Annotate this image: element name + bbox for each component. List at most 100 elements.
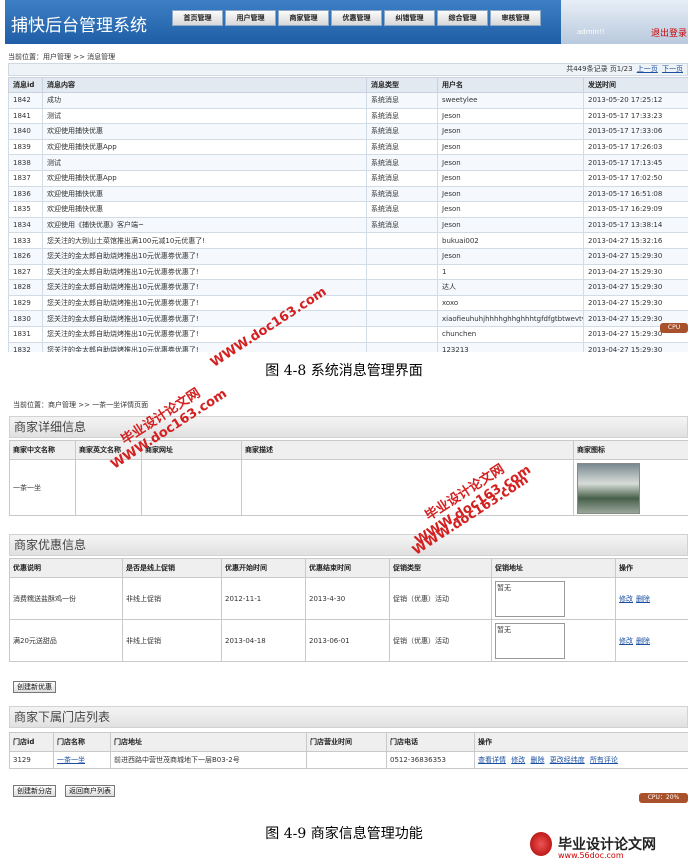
- column-header: 操作: [474, 732, 688, 752]
- section-title: 商家下属门店列表: [9, 706, 688, 728]
- message-type: 系统消息: [366, 154, 438, 171]
- nav-general[interactable]: 综合管理: [437, 10, 488, 26]
- view-details-link[interactable]: 查看详情: [478, 756, 506, 764]
- message-id: 1827: [8, 263, 43, 281]
- message-id: 1837: [8, 169, 43, 187]
- col-icon: 商家图标: [573, 440, 688, 460]
- username: Jeson: [437, 201, 584, 218]
- merchant-icon-cell: [573, 459, 688, 516]
- nav-merchants[interactable]: 商家管理: [278, 10, 329, 26]
- table-row[interactable]: 1826 您关注的金太郎自助烧烤推出10元优惠劵优惠了! Jeson 2013-04-…: [8, 247, 688, 265]
- prev-page-link[interactable]: 上一页: [637, 65, 658, 73]
- edit-store-link[interactable]: 修改: [511, 756, 525, 764]
- edit-promo-link[interactable]: 修改: [619, 637, 633, 645]
- table-row[interactable]: 1833 您关注的大别山土菜馆推出满100元减10元优惠了! bukuai002 20…: [8, 232, 688, 249]
- nav-users[interactable]: 用户管理: [225, 10, 276, 26]
- table-row[interactable]: 1832 您关注的金太郎自助烧烤推出10元优惠劵优惠了! 123213 2013-04…: [8, 341, 688, 352]
- record-count: 共449条记录 页1/23: [566, 65, 633, 73]
- promo-description: 满20元送甜品: [9, 619, 123, 662]
- message-content: 您关注的金太郎自助烧烤推出10元优惠劵优惠了!: [42, 247, 367, 265]
- table-row[interactable]: 1830 您关注的金太郎自助烧烤推出10元优惠劵优惠了! xiaofieuhuhjh…: [8, 310, 688, 327]
- table-row[interactable]: 1827 您关注的金太郎自助烧烤推出10元优惠劵优惠了! 1 2013-04-27 1…: [8, 263, 688, 281]
- column-header: 优惠说明: [9, 558, 123, 578]
- message-management-screenshot: 捕快后台管理系统 首页管理 用户管理 商家管理 优惠管理 纠错管理 综合管理 审…: [5, 0, 688, 352]
- column-header: 发送时间: [583, 77, 688, 93]
- delete-promo-link[interactable]: 删除: [636, 595, 650, 603]
- nav-offers[interactable]: 优惠管理: [331, 10, 382, 26]
- nav-home[interactable]: 首页管理: [172, 10, 223, 26]
- promo-actions: 修改 删除: [615, 577, 688, 620]
- column-header: 优惠开始时间: [221, 558, 306, 578]
- table-row[interactable]: 1831 您关注的金太郎自助烧烤推出10元优惠劵优惠了! chunchen 2013-…: [8, 325, 688, 343]
- promo-address-box[interactable]: 暂无: [495, 622, 565, 659]
- message-id: 1835: [8, 201, 43, 218]
- edit-promo-link[interactable]: 修改: [619, 595, 633, 603]
- send-time: 2013-05-17 17:33:23: [583, 107, 688, 125]
- merchant-en-name: [75, 459, 142, 516]
- promo-online: 非线上促销: [122, 577, 222, 620]
- pager: 共449条记录 页1/23 上一页 下一页: [8, 63, 688, 76]
- username: Jeson: [437, 138, 584, 156]
- create-promotion-button[interactable]: 创建新优惠: [13, 681, 56, 693]
- delete-store-link[interactable]: 删除: [530, 756, 544, 764]
- message-id: 1838: [8, 154, 43, 171]
- message-id: 1829: [8, 294, 43, 312]
- table-row[interactable]: 1840 欢迎使用捕快优惠 系统消息 Jeson 2013-05-17 17:33:06: [8, 123, 688, 140]
- table-row[interactable]: 1828 您关注的金太郎自助烧烤推出10元优惠劵优惠了! 达人 2013-04-27 …: [8, 279, 688, 296]
- send-time: 2013-04-27 15:32:16: [583, 232, 688, 249]
- column-header: 操作: [615, 558, 688, 578]
- message-content: 欢迎使用捕快优惠App: [42, 169, 367, 187]
- table-row[interactable]: 1834 欢迎使用《捕快优惠》客户端~ 系统消息 Jeson 2013-05-17 13…: [8, 216, 688, 234]
- create-store-button[interactable]: 创建新分店: [13, 785, 56, 797]
- message-type: [366, 341, 438, 352]
- change-coordinates-link[interactable]: 更改经纬度: [550, 756, 585, 764]
- table-row[interactable]: 1829 您关注的金太郎自助烧烤推出10元优惠劵优惠了! xoxo 2013-04-2…: [8, 294, 688, 312]
- next-page-link[interactable]: 下一页: [662, 65, 683, 73]
- send-time: 2013-04-27 15:29:30: [583, 279, 688, 296]
- message-id: 1839: [8, 138, 43, 156]
- table-row[interactable]: 1842 成功 系统消息 sweetylee 2013-05-20 17:25:12: [8, 92, 688, 109]
- message-id: 1836: [8, 185, 43, 203]
- table-row[interactable]: 1835 欢迎使用捕快优惠 系统消息 Jeson 2013-05-17 16:29:09: [8, 201, 688, 218]
- table-row[interactable]: 1838 测试 系统消息 Jeson 2013-05-17 17:13:45: [8, 154, 688, 171]
- nav-corrections[interactable]: 纠错管理: [384, 10, 435, 26]
- promo-start: 2013-04-18: [221, 619, 306, 662]
- send-time: 2013-05-17 17:33:06: [583, 123, 688, 140]
- col-cn-name: 商家中文名称: [9, 440, 76, 460]
- delete-promo-link[interactable]: 删除: [636, 637, 650, 645]
- column-header: 门店电话: [386, 732, 475, 752]
- table-row[interactable]: 1839 欢迎使用捕快优惠App 系统消息 Jeson 2013-05-17 17:26…: [8, 138, 688, 156]
- user-box: admin!! 退出登录: [561, 0, 688, 44]
- send-time: 2013-04-27 15:29:30: [583, 263, 688, 281]
- send-time: 2013-05-17 17:13:45: [583, 154, 688, 171]
- logout-link[interactable]: 退出登录: [651, 26, 687, 39]
- table-row[interactable]: 1841 测试 系统消息 Jeson 2013-05-17 17:33:23: [8, 107, 688, 125]
- store-id: 3129: [9, 751, 54, 769]
- store-list-section: 商家下属门店列表 门店id 门店名称 门店地址 门店营业时间 门店电话 操作 3129 一…: [9, 706, 688, 769]
- username: Jeson: [437, 107, 584, 125]
- all-comments-link[interactable]: 所有评论: [590, 756, 618, 764]
- promo-address-cell: 暂无: [491, 577, 616, 620]
- send-time: 2013-05-20 17:25:12: [583, 92, 688, 109]
- promo-address-box[interactable]: 暂无: [495, 580, 565, 617]
- store-name-link[interactable]: 一茶一坐: [57, 756, 85, 764]
- back-to-merchants-button[interactable]: 返回商户列表: [65, 785, 115, 797]
- promotion-section: 商家优惠信息 优惠说明 是否是线上促销 优惠开始时间 优惠结束时间 促销类型 促销地址 操作…: [9, 534, 688, 662]
- table-row[interactable]: 1836 欢迎使用捕快优惠 系统消息 Jeson 2013-05-17 16:51:08: [8, 185, 688, 203]
- column-header: 消息id: [8, 77, 43, 93]
- username: Jeson: [437, 154, 584, 171]
- top-nav: 首页管理 用户管理 商家管理 优惠管理 纠错管理 综合管理 审核管理: [172, 10, 543, 26]
- table-row[interactable]: 1837 欢迎使用捕快优惠App 系统消息 Jeson 2013-05-17 17:02…: [8, 169, 688, 187]
- username: 1: [437, 263, 584, 281]
- figure-caption-4-8: 图 4-8 系统消息管理界面: [265, 363, 423, 379]
- message-type: [366, 247, 438, 265]
- message-content: 欢迎使用捕快优惠: [42, 201, 367, 218]
- message-content: 您关注的金太郎自助烧烤推出10元优惠劵优惠了!: [42, 325, 367, 343]
- column-header: 门店地址: [110, 732, 307, 752]
- promo-type: 促销（优惠）活动: [389, 577, 492, 620]
- message-id: 1840: [8, 123, 43, 140]
- admin-name: admin!!: [577, 28, 605, 36]
- nav-review[interactable]: 审核管理: [490, 10, 541, 26]
- promo-type: 促销（优惠）活动: [389, 619, 492, 662]
- message-type: 系统消息: [366, 185, 438, 203]
